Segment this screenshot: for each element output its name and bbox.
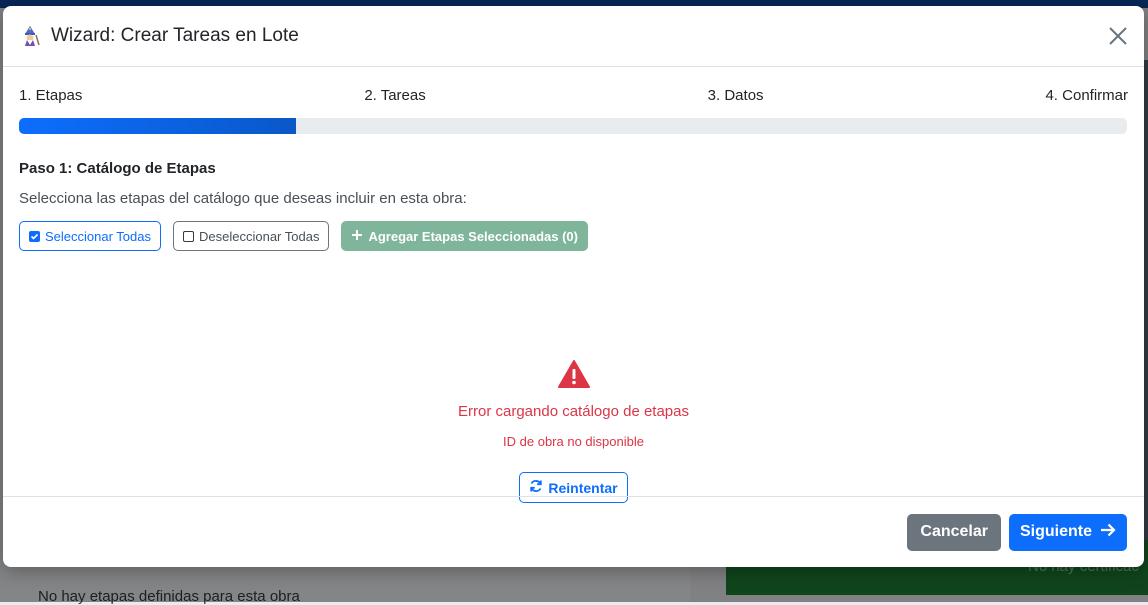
next-button[interactable]: Siguiente: [1008, 513, 1127, 551]
plus-icon: [351, 229, 363, 244]
add-selected-stages-button[interactable]: Agregar Etapas Seleccionadas (0): [341, 221, 588, 251]
deselect-all-label: Deseleccionar Todas: [199, 228, 320, 244]
error-title: Error cargando catálogo de etapas: [458, 403, 689, 420]
cancel-button[interactable]: Cancelar: [907, 513, 1001, 551]
wizard-progress: [19, 118, 1127, 134]
step-etapas: 1. Etapas: [19, 87, 83, 104]
modal-body: 1. Etapas 2. Tareas 3. Datos 4. Confirma…: [3, 67, 1144, 503]
stage-actions: Seleccionar Todas Deseleccionar Todas Ag…: [19, 221, 1128, 251]
warning-icon: [557, 359, 591, 389]
deselect-all-button[interactable]: Deseleccionar Todas: [173, 221, 330, 251]
close-icon[interactable]: [1106, 24, 1130, 48]
retry-label: Reintentar: [548, 479, 618, 496]
arrow-right-icon: [1100, 523, 1116, 542]
catalog-error: Error cargando catálogo de etapas ID de …: [3, 359, 1144, 503]
add-selected-label: Agregar Etapas Seleccionadas (0): [368, 228, 578, 244]
modal-title: Wizard: Crear Tareas en Lote: [51, 25, 299, 46]
modal-header: Wizard: Crear Tareas en Lote: [3, 6, 1144, 67]
unchecked-checkbox-icon: [183, 230, 194, 242]
next-label: Siguiente: [1019, 523, 1092, 540]
wizard-icon: [19, 25, 41, 47]
step-datos: 3. Datos: [707, 87, 764, 104]
batch-tasks-wizard-modal: Wizard: Crear Tareas en Lote 1. Etapas 2…: [3, 6, 1144, 567]
step-confirmar: 4. Confirmar: [1045, 87, 1128, 104]
select-all-label: Seleccionar Todas: [45, 228, 151, 244]
modal-footer: Cancelar Siguiente: [3, 496, 1144, 567]
wizard-steps: 1. Etapas 2. Tareas 3. Datos 4. Confirma…: [19, 87, 1128, 107]
select-all-button[interactable]: Seleccionar Todas: [19, 221, 161, 251]
wizard-progress-fill: [19, 118, 296, 134]
step-tareas: 2. Tareas: [364, 87, 426, 104]
checked-checkbox-icon: [29, 230, 40, 242]
step-title: Paso 1: Catálogo de Etapas: [19, 160, 216, 177]
step-description: Selecciona las etapas del catálogo que d…: [19, 190, 467, 207]
refresh-icon: [529, 479, 543, 496]
error-detail: ID de obra no disponible: [503, 434, 644, 449]
